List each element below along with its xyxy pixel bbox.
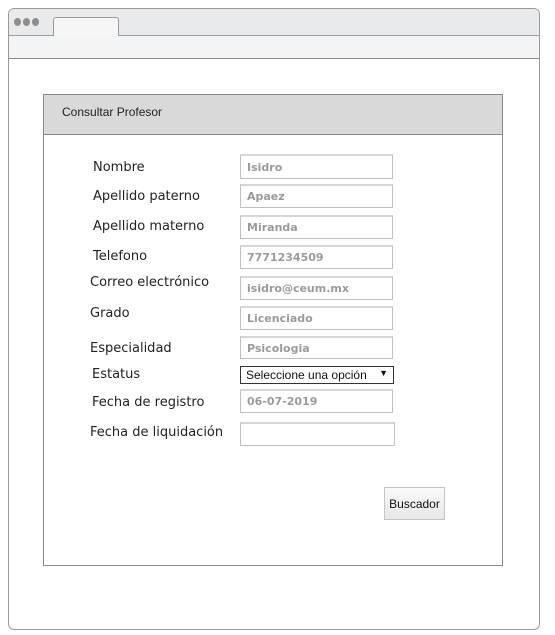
browser-tab[interactable] <box>53 17 119 36</box>
estatus-label: Estatus <box>92 367 141 382</box>
window-dot-icon <box>32 18 39 26</box>
apellido-paterno-label: Apellido paterno <box>93 189 200 204</box>
nombre-label: Nombre <box>93 160 145 175</box>
especialidad-value: Psicologia <box>247 341 310 355</box>
correo-label: Correo electrónico <box>90 275 210 290</box>
apellido-paterno-input[interactable]: Apaez <box>240 184 393 208</box>
telefono-input[interactable]: 7771234509 <box>240 245 393 269</box>
apellido-paterno-value: Apaez <box>247 190 285 203</box>
panel-header: Consultar Profesor <box>44 95 502 135</box>
apellido-materno-label: Apellido materno <box>93 219 205 234</box>
telefono-label: Telefono <box>93 249 148 264</box>
correo-input[interactable]: isidro@ceum.mx <box>240 276 393 300</box>
address-bar[interactable] <box>9 36 539 59</box>
estatus-selected-value: Seleccione una opción <box>246 368 367 382</box>
dropdown-arrow-icon: ▼ <box>379 368 388 378</box>
apellido-materno-value: Miranda <box>247 221 298 234</box>
fecha-registro-input[interactable]: 06-07-2019 <box>240 389 393 413</box>
window-dot-icon <box>23 18 30 26</box>
nombre-input[interactable]: Isidro <box>240 154 393 179</box>
fecha-liquidacion-input[interactable] <box>240 422 395 446</box>
grado-input[interactable]: Licenciado <box>240 306 393 330</box>
fecha-registro-value: 06-07-2019 <box>247 395 318 408</box>
estatus-select[interactable]: Seleccione una opción ▼ <box>240 366 394 384</box>
fecha-liquidacion-label: Fecha de liquidación <box>90 425 224 440</box>
apellido-materno-input[interactable]: Miranda <box>240 215 393 239</box>
buscador-button[interactable]: Buscador <box>384 487 445 520</box>
grado-label: Grado <box>90 306 130 321</box>
window-dot-icon <box>14 18 21 26</box>
especialidad-label: Especialidad <box>90 341 172 356</box>
panel-title: Consultar Profesor <box>62 105 163 119</box>
nombre-value: Isidro <box>247 160 283 174</box>
telefono-value: 7771234509 <box>247 251 324 264</box>
especialidad-input[interactable]: Psicologia <box>240 336 393 359</box>
grado-value: Licenciado <box>247 312 313 325</box>
correo-value: isidro@ceum.mx <box>247 282 349 295</box>
tab-bar <box>9 9 539 36</box>
fecha-registro-label: Fecha de registro <box>92 395 205 410</box>
